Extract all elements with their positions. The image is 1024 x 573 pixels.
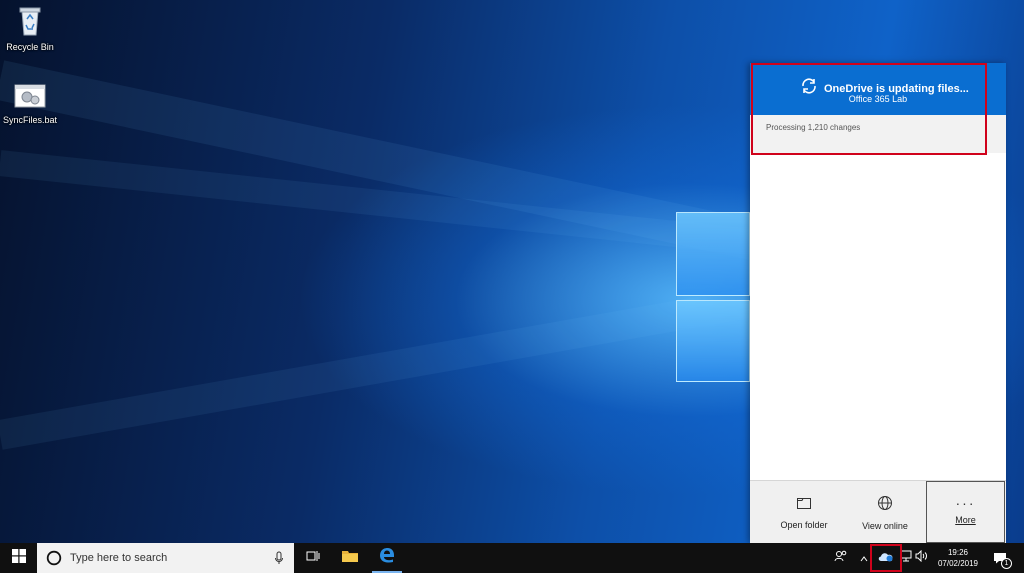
taskbar: Type here to search 19:26 07/02/2019 1 [0,543,1024,573]
view-online-label: View online [862,520,908,531]
edge-icon [379,547,395,568]
view-online-button[interactable]: View online [843,481,927,544]
cortana-circle-icon [46,550,62,566]
chevron-up-icon [860,549,868,567]
onedrive-footer: Open folder View online ··· More [750,480,1006,544]
clock-display: 19:26 07/02/2019 [938,547,978,569]
globe-icon [877,495,893,513]
edge-browser-button[interactable] [372,543,402,573]
more-dots-icon: ··· [955,495,976,511]
action-center-button[interactable]: 1 [990,543,1012,573]
file-explorer-button[interactable] [337,543,363,573]
logo-pane [676,300,750,382]
onedrive-tray-button[interactable] [874,543,898,573]
sync-status-text: Processing 1,210 changes [766,123,861,132]
desktop-icon-recycle-bin[interactable]: Recycle Bin [0,5,60,52]
desktop-icon-label: Recycle Bin [6,42,54,52]
desktop-icon-syncfiles[interactable]: SyncFiles.bat [0,82,60,125]
onedrive-cloud-icon [878,549,894,567]
clock-time: 19:26 [947,548,968,557]
logo-pane [676,212,750,296]
speaker-icon [915,549,929,567]
clock-date: 07/02/2019 [937,559,979,568]
status-strip [750,115,1006,153]
onedrive-title: OneDrive is updating files... [824,82,969,95]
folder-icon [796,496,812,512]
show-hidden-icons-button[interactable] [858,543,870,573]
network-button[interactable] [899,543,913,573]
task-view-button[interactable] [302,543,324,573]
light-beam [0,284,771,450]
onedrive-account-name: Office 365 Lab [848,94,908,104]
more-button[interactable]: ··· More [926,481,1005,543]
desktop-icon-label: SyncFiles.bat [2,115,58,125]
network-icon [900,549,912,567]
search-placeholder: Type here to search [70,552,168,564]
taskbar-search-box[interactable]: Type here to search [37,543,294,573]
windows-start-icon [11,548,26,568]
batch-file-icon [0,82,60,112]
onedrive-flyout: OneDrive is updating files... Office 365… [750,63,1006,544]
onedrive-header: OneDrive is updating files... Office 365… [750,63,1006,115]
start-button[interactable] [0,543,37,573]
folder-icon [341,549,359,568]
notification-icon: 1 [993,552,1012,569]
volume-button[interactable] [914,543,930,573]
task-view-icon [306,549,320,567]
notification-count-badge: 1 [1001,558,1012,569]
open-folder-label: Open folder [780,519,828,530]
clock-button[interactable]: 19:26 07/02/2019 [930,543,986,573]
people-button[interactable] [832,543,850,573]
open-folder-button[interactable]: Open folder [762,481,846,544]
more-label: More [955,515,976,525]
recycle-bin-icon [0,5,60,39]
microphone-icon[interactable] [274,551,284,565]
people-icon [834,549,848,568]
